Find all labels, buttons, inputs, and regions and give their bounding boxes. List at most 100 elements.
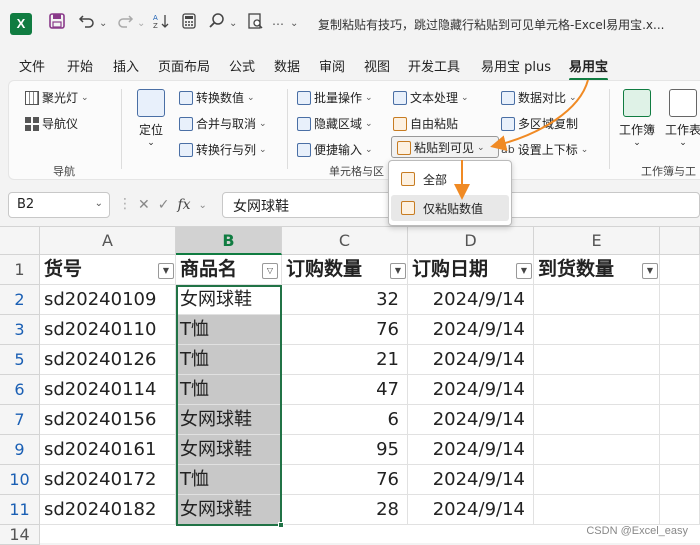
batch-ops-button[interactable]: 批量操作 ⌄: [297, 89, 373, 106]
save-icon[interactable]: [48, 12, 66, 37]
quick-input-button[interactable]: 便捷输入 ⌄: [297, 141, 373, 158]
table-cell[interactable]: [534, 405, 660, 435]
text-process-button[interactable]: 文本处理 ⌄: [393, 89, 469, 106]
filter-dropdown-icon[interactable]: ▼: [390, 263, 406, 279]
select-all-corner[interactable]: [0, 227, 40, 255]
tab-insert[interactable]: 插入: [113, 56, 139, 75]
table-cell[interactable]: 2024/9/14: [408, 435, 534, 465]
row-header[interactable]: 9: [0, 435, 40, 465]
table-cell[interactable]: [534, 495, 660, 525]
confirm-icon[interactable]: ✓: [158, 197, 170, 213]
free-paste-button[interactable]: 自由粘贴: [393, 115, 458, 132]
customize-toolbar-icon[interactable]: ⋯: [272, 12, 284, 36]
row-header[interactable]: 1: [0, 255, 40, 285]
tab-page-layout[interactable]: 页面布局: [158, 56, 210, 75]
table-cell[interactable]: [660, 345, 700, 375]
column-header-e[interactable]: E: [534, 227, 660, 255]
table-cell[interactable]: [534, 465, 660, 495]
tab-home[interactable]: 开始: [67, 56, 93, 75]
empty-cell[interactable]: [660, 255, 700, 285]
table-cell[interactable]: 2024/9/14: [408, 495, 534, 525]
table-cell[interactable]: 76: [282, 315, 408, 345]
tab-file[interactable]: 文件: [19, 56, 45, 75]
table-cell[interactable]: 28: [282, 495, 408, 525]
menu-item-all[interactable]: 全部: [391, 166, 509, 192]
table-cell[interactable]: [534, 375, 660, 405]
filter-dropdown-icon[interactable]: ▼: [642, 263, 658, 279]
tab-developer[interactable]: 开发工具: [408, 56, 460, 75]
table-cell[interactable]: sd20240110: [40, 315, 176, 345]
table-cell[interactable]: 女网球鞋: [176, 495, 282, 525]
table-cell[interactable]: [660, 435, 700, 465]
redo-icon[interactable]: [116, 12, 134, 37]
table-cell[interactable]: T恤: [176, 465, 282, 495]
cancel-icon[interactable]: ✕: [138, 197, 150, 213]
table-cell[interactable]: 21: [282, 345, 408, 375]
toolbar-more-icon[interactable]: ⌄: [290, 12, 298, 36]
table-cell[interactable]: 2024/9/14: [408, 375, 534, 405]
row-header[interactable]: 6: [0, 375, 40, 405]
column-header-b[interactable]: B: [176, 227, 282, 255]
table-cell[interactable]: 76: [282, 465, 408, 495]
table-cell[interactable]: sd20240156: [40, 405, 176, 435]
table-cell[interactable]: T恤: [176, 375, 282, 405]
table-cell[interactable]: 32: [282, 285, 408, 315]
column-header-f[interactable]: [660, 227, 700, 255]
tab-eyb-plus[interactable]: 易用宝 plus: [481, 56, 551, 75]
filter-active-icon[interactable]: ▽: [262, 263, 278, 279]
workbook-button[interactable]: 工作簿 ⌄: [615, 89, 659, 148]
data-compare-button[interactable]: 数据对比 ⌄: [501, 89, 577, 106]
row-header[interactable]: 3: [0, 315, 40, 345]
name-box[interactable]: B2 ⌄: [8, 192, 110, 218]
filter-dropdown-icon[interactable]: ▼: [158, 263, 174, 279]
column-header-c[interactable]: C: [282, 227, 408, 255]
table-cell[interactable]: [660, 495, 700, 525]
table-cell[interactable]: [534, 435, 660, 465]
table-cell[interactable]: 2024/9/14: [408, 285, 534, 315]
row-header[interactable]: 5: [0, 345, 40, 375]
table-cell[interactable]: [660, 315, 700, 345]
row-header[interactable]: 11: [0, 495, 40, 525]
multi-copy-button[interactable]: 多区域复制: [501, 115, 578, 132]
calculator-icon[interactable]: [180, 12, 198, 37]
table-cell[interactable]: [660, 375, 700, 405]
table-cell[interactable]: [534, 345, 660, 375]
find-dropdown-icon[interactable]: ⌄: [229, 12, 237, 36]
column-header-a[interactable]: A: [40, 227, 176, 255]
table-cell[interactable]: 2024/9/14: [408, 465, 534, 495]
table-cell[interactable]: [534, 285, 660, 315]
row-header[interactable]: 7: [0, 405, 40, 435]
table-cell[interactable]: sd20240126: [40, 345, 176, 375]
active-cell[interactable]: 女网球鞋: [176, 285, 282, 315]
tab-formulas[interactable]: 公式: [229, 56, 255, 75]
table-cell[interactable]: sd20240109: [40, 285, 176, 315]
tab-view[interactable]: 视图: [364, 56, 390, 75]
table-cell[interactable]: [660, 405, 700, 435]
tab-data[interactable]: 数据: [274, 56, 300, 75]
locate-button[interactable]: 定位 ⌄: [133, 89, 169, 148]
table-cell[interactable]: sd20240114: [40, 375, 176, 405]
table-cell[interactable]: 6: [282, 405, 408, 435]
table-cell[interactable]: 95: [282, 435, 408, 465]
table-cell[interactable]: sd20240172: [40, 465, 176, 495]
redo-dropdown-icon[interactable]: ⌄: [137, 12, 145, 36]
tab-eyb[interactable]: 易用宝: [569, 56, 609, 81]
paste-visible-button[interactable]: 粘贴到可见 ⌄: [397, 139, 485, 156]
row-header[interactable]: 14: [0, 525, 40, 545]
undo-icon[interactable]: [78, 12, 96, 37]
function-icon[interactable]: fx: [177, 197, 190, 213]
worksheet-button[interactable]: 工作表 ⌄: [661, 89, 700, 148]
merge-unmerge-button[interactable]: 合并与取消 ⌄: [179, 115, 267, 132]
table-cell[interactable]: 女网球鞋: [176, 405, 282, 435]
filter-dropdown-icon[interactable]: ▼: [516, 263, 532, 279]
menu-item-paste-values[interactable]: 仅粘贴数值: [391, 195, 509, 221]
table-cell[interactable]: 47: [282, 375, 408, 405]
navigator-button[interactable]: 导航仪: [25, 115, 78, 132]
table-cell[interactable]: [534, 315, 660, 345]
row-header[interactable]: 2: [0, 285, 40, 315]
hidden-area-button[interactable]: 隐藏区域 ⌄: [297, 115, 373, 132]
convert-rows-cols-button[interactable]: 转换行与列 ⌄: [179, 141, 267, 158]
table-cell[interactable]: T恤: [176, 315, 282, 345]
find-icon[interactable]: [208, 12, 226, 37]
spotlight-button[interactable]: 聚光灯 ⌄: [25, 89, 89, 106]
